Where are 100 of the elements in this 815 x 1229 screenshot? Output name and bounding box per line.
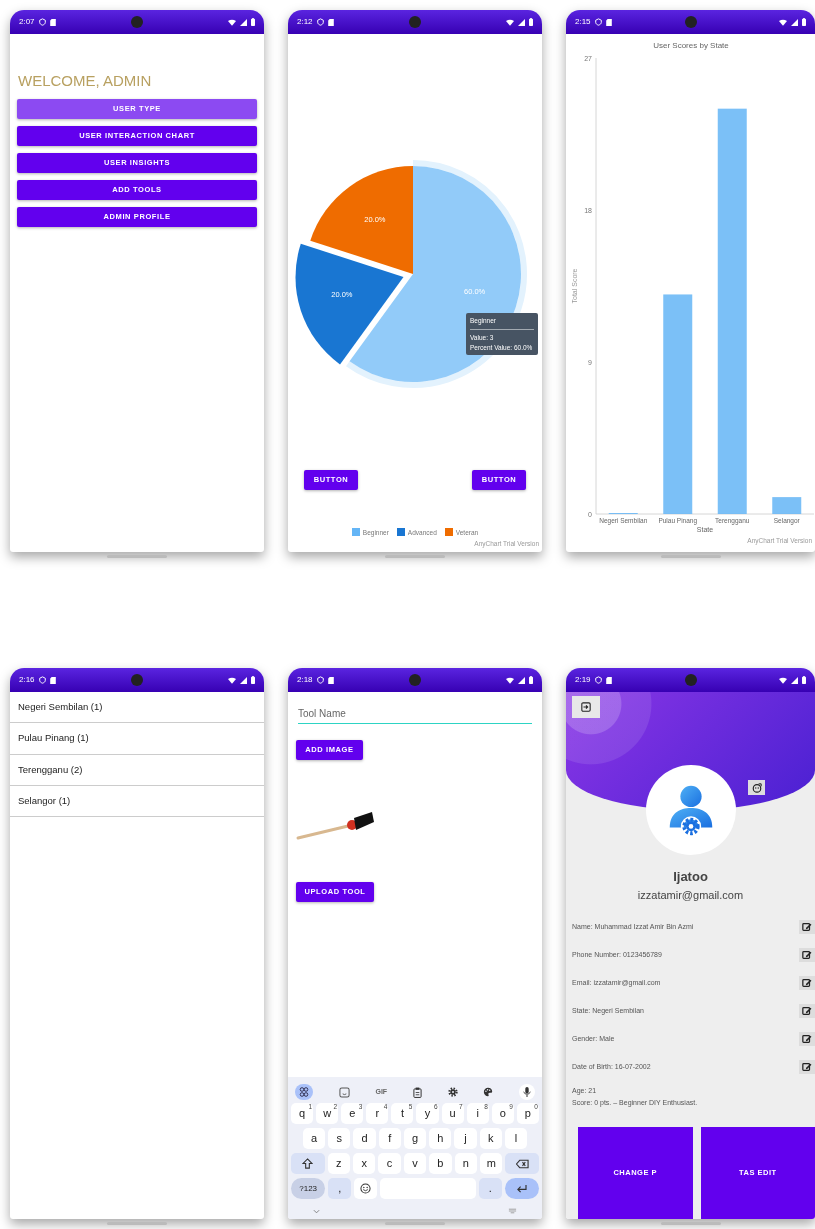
edit-icon	[802, 922, 812, 932]
key[interactable]: x	[353, 1153, 376, 1174]
state-list-item[interactable]: Selangor (1)	[10, 785, 264, 817]
apps-icon[interactable]	[295, 1084, 313, 1100]
chart-title: User Scores by State	[653, 41, 729, 50]
palette-icon[interactable]	[483, 1087, 494, 1097]
shield-icon	[316, 676, 324, 684]
profile-username: Ijatoo	[672, 868, 709, 886]
camera-dot	[409, 16, 421, 28]
camera-dot	[684, 16, 697, 28]
camera-dot	[684, 674, 697, 686]
battery-icon	[251, 676, 255, 684]
camera-dot	[131, 674, 143, 686]
enter-key[interactable]	[504, 1178, 539, 1199]
camera-dot	[409, 674, 421, 686]
wifi-icon	[228, 676, 236, 684]
key[interactable]: a	[303, 1128, 326, 1149]
wifi-icon	[779, 676, 787, 684]
pie-slice[interactable]	[295, 243, 404, 365]
home-indicator	[660, 1222, 721, 1225]
sd-card-icon	[49, 676, 56, 684]
signal-icon	[240, 676, 247, 684]
key[interactable]: c	[378, 1153, 401, 1174]
key[interactable]: f	[378, 1128, 401, 1149]
shift-icon	[302, 1158, 314, 1169]
symbols-key[interactable]: ?123	[291, 1178, 326, 1199]
key[interactable]: b	[429, 1153, 452, 1174]
battery-icon	[529, 676, 533, 684]
key[interactable]: h	[429, 1128, 452, 1149]
shield-icon	[316, 18, 324, 26]
key[interactable]: n	[454, 1153, 478, 1174]
wifi-icon	[779, 18, 787, 26]
backspace-key[interactable]	[505, 1153, 540, 1174]
signal-icon	[518, 18, 525, 26]
shield-icon	[594, 18, 602, 26]
change-photo-button[interactable]	[748, 780, 765, 795]
key[interactable]: ,	[328, 1178, 352, 1199]
signal-icon	[791, 18, 798, 26]
status-time: 2:12	[297, 16, 313, 28]
key[interactable]: .	[478, 1178, 502, 1199]
pie-slice[interactable]	[310, 166, 413, 274]
sd-card-icon	[327, 18, 334, 26]
settings-icon[interactable]	[447, 1087, 458, 1097]
profile-email: izzatamir@gmail.com	[636, 887, 745, 903]
state-list-item[interactable]: Negeri Sembilan (1)	[10, 692, 264, 724]
battery-icon	[251, 18, 255, 26]
status-time: 2:16	[19, 674, 35, 686]
enter-icon	[516, 1184, 528, 1193]
wifi-icon	[506, 676, 514, 684]
state-list-item[interactable]: Pulau Pinang (1)	[10, 723, 264, 755]
signal-icon	[791, 676, 798, 684]
home-indicator	[660, 555, 721, 558]
home-indicator	[385, 1222, 445, 1225]
status-time: 2:18	[297, 674, 313, 686]
home-indicator	[107, 555, 167, 558]
logout-button[interactable]	[572, 696, 600, 718]
edit-icon	[802, 950, 812, 960]
battery-icon	[802, 676, 806, 684]
backspace-icon	[515, 1158, 529, 1169]
key[interactable]: k	[479, 1128, 502, 1149]
emoji-key[interactable]	[354, 1178, 377, 1199]
shift-key[interactable]	[291, 1153, 325, 1174]
signal-icon	[518, 676, 525, 684]
key[interactable]: s	[328, 1128, 351, 1149]
face-refresh-icon	[751, 782, 762, 793]
welcome-heading: WELCOME, ADMIN	[18, 71, 153, 91]
key[interactable]: z	[327, 1153, 350, 1174]
state-list-item[interactable]: Terengganu (2)	[10, 754, 264, 786]
sticker-icon[interactable]	[338, 1086, 350, 1098]
clipboard-icon[interactable]	[412, 1086, 422, 1098]
mic-icon[interactable]	[519, 1084, 535, 1100]
shield-icon	[594, 676, 602, 684]
edit-icon	[802, 1006, 812, 1016]
battery-icon	[529, 18, 533, 26]
shield-icon	[38, 676, 46, 684]
key[interactable]: j	[454, 1128, 477, 1149]
status-time: 2:07	[19, 16, 35, 28]
edit-button[interactable]	[799, 1004, 815, 1018]
edit-icon	[802, 1062, 812, 1072]
sd-card-icon	[605, 676, 612, 684]
battery-icon	[802, 18, 806, 26]
home-indicator	[385, 555, 445, 558]
home-indicator	[107, 1222, 167, 1225]
edit-button[interactable]	[799, 948, 815, 962]
edit-icon	[802, 978, 812, 988]
key[interactable]: l	[504, 1128, 527, 1149]
logout-icon	[581, 702, 591, 712]
key[interactable]: v	[403, 1153, 427, 1174]
emoji-icon	[360, 1183, 372, 1194]
sd-card-icon	[605, 18, 612, 26]
edit-button[interactable]	[799, 976, 815, 990]
edit-button[interactable]	[799, 920, 815, 934]
wifi-icon	[506, 18, 514, 26]
signal-icon	[240, 18, 247, 26]
edit-button[interactable]	[799, 1060, 815, 1074]
key[interactable]: d	[353, 1128, 376, 1149]
key[interactable]: m	[480, 1153, 503, 1174]
status-time: 2:19	[575, 674, 591, 686]
edit-button[interactable]	[799, 1032, 815, 1046]
key[interactable]: g	[403, 1128, 427, 1149]
